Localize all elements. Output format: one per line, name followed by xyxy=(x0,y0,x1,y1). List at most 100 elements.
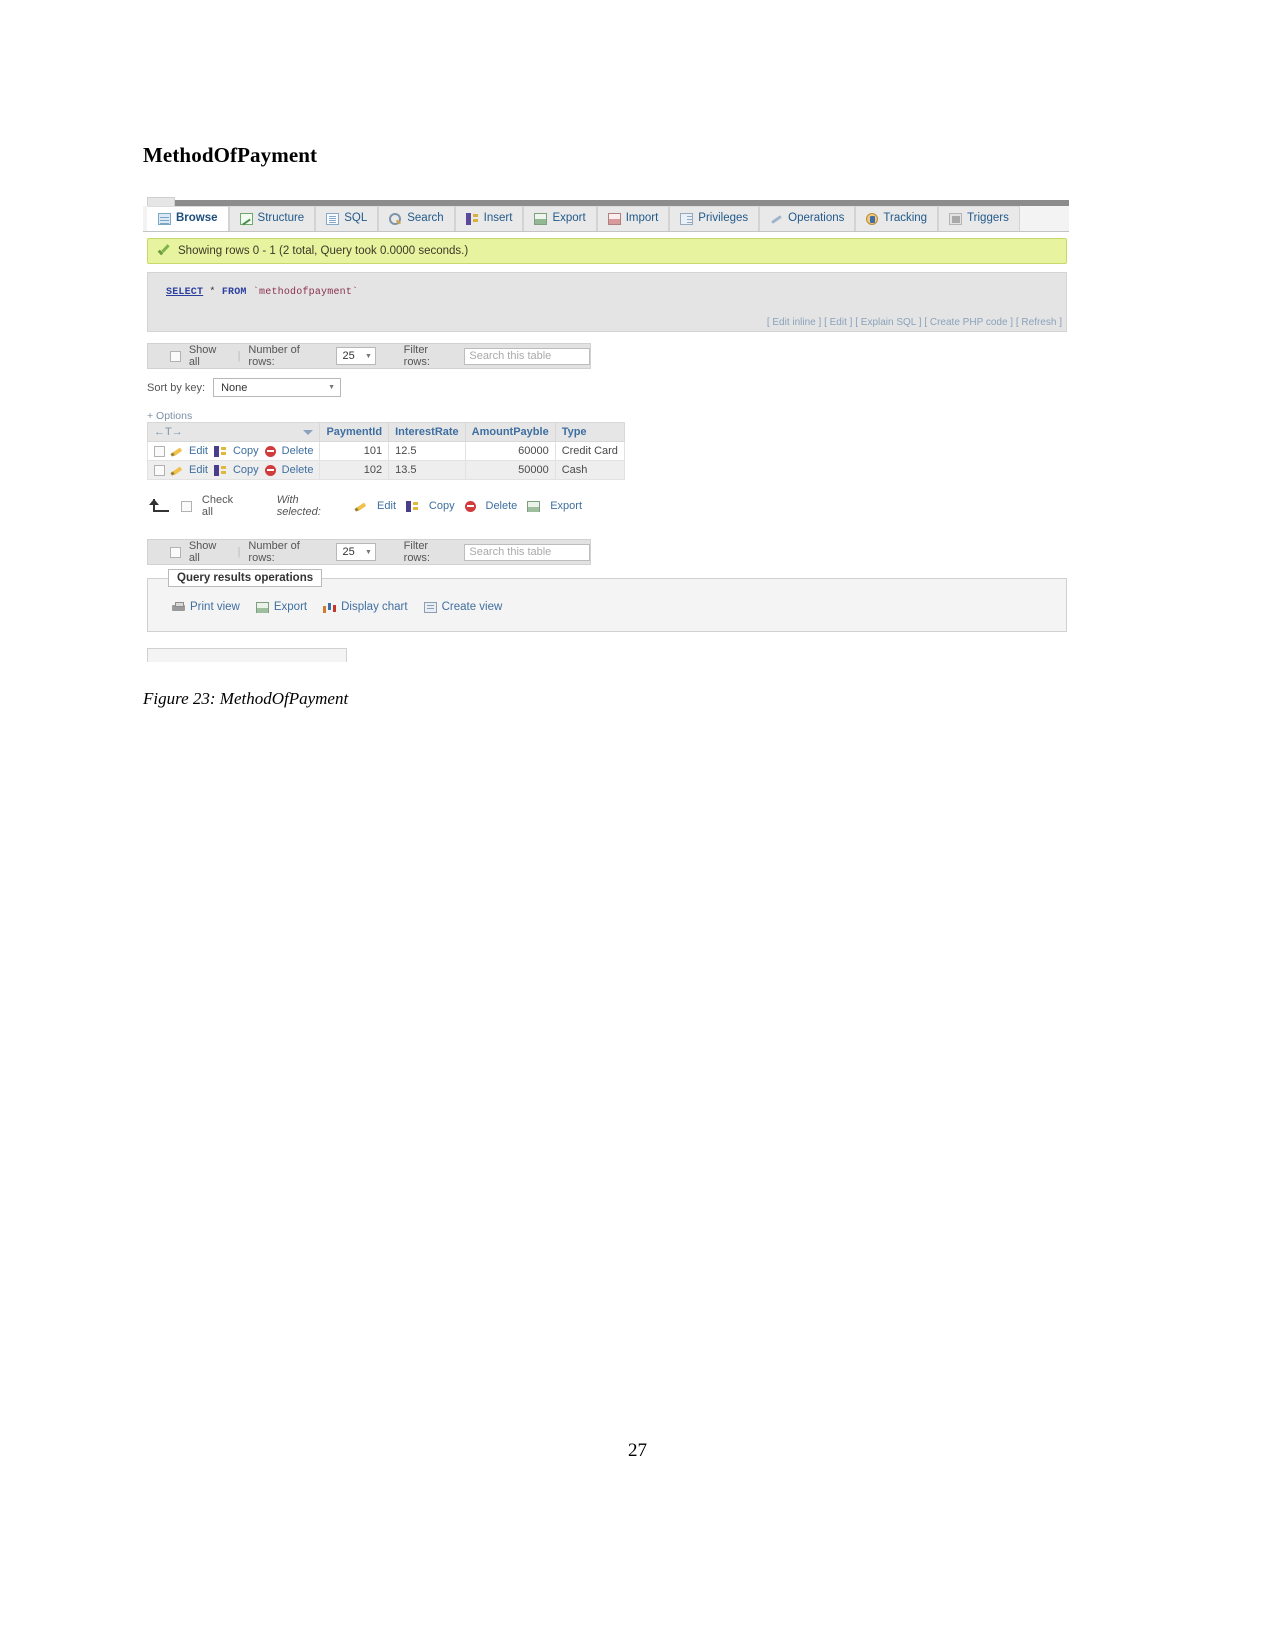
edit-pencil-icon xyxy=(171,465,183,476)
number-of-rows-select-bottom[interactable]: 25 ▼ xyxy=(335,543,376,561)
with-selected-bar: Check all With selected: Edit Copy Delet… xyxy=(147,492,582,520)
table-header-controls: ←T→ xyxy=(146,422,321,442)
row-edit-link[interactable]: Edit xyxy=(189,464,208,476)
tab-triggers[interactable]: Triggers xyxy=(938,206,1020,231)
row-select-checkbox[interactable] xyxy=(154,464,165,476)
create-view-link[interactable]: Create view xyxy=(423,601,503,613)
sort-by-key-row: Sort by key: None ▼ xyxy=(147,378,342,397)
column-header-paymentid[interactable]: PaymentId xyxy=(319,422,390,442)
create-view-label: Create view xyxy=(441,601,503,613)
edit-pencil-icon xyxy=(355,501,367,512)
number-of-rows-label-bottom: Number of rows: xyxy=(248,540,300,564)
sql-table-name: `methodofpayment` xyxy=(252,287,359,298)
export-icon xyxy=(255,601,269,613)
privileges-icon xyxy=(680,213,694,225)
print-view-label: Print view xyxy=(190,601,240,613)
tab-tracking-label: Tracking xyxy=(883,212,928,225)
cell-paymentid: 101 xyxy=(319,441,390,461)
row-delete-link[interactable]: Delete xyxy=(282,445,314,457)
window-top-strip xyxy=(143,196,1069,206)
row-copy-link[interactable]: Copy xyxy=(233,445,259,457)
page-number: 27 xyxy=(628,1440,647,1461)
export-icon xyxy=(534,213,548,225)
print-view-link[interactable]: Print view xyxy=(172,601,240,613)
operations-icon xyxy=(770,213,783,225)
show-all-checkbox-top[interactable] xyxy=(170,350,181,362)
copy-icon xyxy=(213,464,227,476)
cell-type: Credit Card xyxy=(554,441,625,461)
row-select-checkbox[interactable] xyxy=(154,445,165,457)
options-divider-bottom: | xyxy=(237,546,241,558)
tab-triggers-label: Triggers xyxy=(967,212,1009,225)
link-edit-inline[interactable]: [ Edit inline ] xyxy=(767,317,821,328)
sql-icon xyxy=(326,213,340,225)
cell-interestrate: 13.5 xyxy=(388,460,466,480)
with-selected-label: With selected: xyxy=(276,494,321,518)
tracking-icon xyxy=(866,213,879,225)
tab-operations-label: Operations xyxy=(788,212,845,225)
delete-icon xyxy=(264,445,276,457)
export-label: Export xyxy=(273,601,308,613)
tab-operations[interactable]: Operations xyxy=(759,206,856,231)
tab-insert[interactable]: Insert xyxy=(454,206,524,231)
export-link[interactable]: Export xyxy=(255,601,308,613)
row-copy-link[interactable]: Copy xyxy=(233,464,259,476)
number-of-rows-label-top: Number of rows: xyxy=(248,344,300,368)
main-tab-bar: Browse Structure SQL Search Insert Expor… xyxy=(143,206,1069,232)
show-all-checkbox-bottom[interactable] xyxy=(170,546,181,558)
options-toggle-link[interactable]: + Options xyxy=(147,410,192,422)
tab-tracking[interactable]: Tracking xyxy=(855,206,939,231)
filter-rows-input-bottom[interactable]: Search this table xyxy=(464,543,590,561)
display-chart-link[interactable]: Display chart xyxy=(323,601,408,613)
check-all-checkbox[interactable] xyxy=(181,500,192,512)
tab-browse[interactable]: Browse xyxy=(147,206,229,231)
display-chart-label: Display chart xyxy=(341,601,408,613)
bulk-export-link[interactable]: Export xyxy=(550,500,582,512)
column-header-amountpayble[interactable]: AmountPayble xyxy=(464,422,556,442)
search-icon xyxy=(389,213,402,225)
next-panel-stub xyxy=(147,648,347,662)
sort-by-key-value: None xyxy=(221,381,248,394)
tab-export-label: Export xyxy=(552,212,586,225)
tab-privileges-label: Privileges xyxy=(698,212,749,225)
query-success-message: Showing rows 0 - 1 (2 total, Query took … xyxy=(178,245,469,257)
row-delete-link[interactable]: Delete xyxy=(282,464,314,476)
filter-rows-input-top[interactable]: Search this table xyxy=(464,347,590,365)
chevron-down-icon[interactable] xyxy=(303,429,314,435)
column-header-type[interactable]: Type xyxy=(554,422,625,442)
success-check-icon xyxy=(158,246,171,257)
show-all-label-top: Show all xyxy=(188,344,217,368)
select-all-arrow-icon xyxy=(147,499,171,513)
chevron-down-icon: ▼ xyxy=(328,384,336,391)
column-header-interestrate[interactable]: InterestRate xyxy=(388,422,466,442)
row-edit-link[interactable]: Edit xyxy=(189,445,208,457)
figure-caption: Figure 23: MethodOfPayment xyxy=(143,689,349,708)
link-refresh[interactable]: [ Refresh ] xyxy=(1016,317,1062,328)
number-of-rows-select-top[interactable]: 25 ▼ xyxy=(335,347,376,365)
row-actions-cell: Edit Copy Delete xyxy=(146,441,321,461)
link-edit[interactable]: [ Edit ] xyxy=(824,317,852,328)
sort-by-key-label: Sort by key: xyxy=(147,381,206,394)
bulk-delete-link[interactable]: Delete xyxy=(486,500,518,512)
phpmyadmin-screenshot: Browse Structure SQL Search Insert Expor… xyxy=(143,196,1069,662)
tab-privileges[interactable]: Privileges xyxy=(669,206,760,231)
tab-insert-label: Insert xyxy=(483,212,513,225)
tab-structure[interactable]: Structure xyxy=(228,206,316,231)
bulk-copy-link[interactable]: Copy xyxy=(429,500,455,512)
chevron-down-icon: ▼ xyxy=(364,548,372,556)
tab-sql[interactable]: SQL xyxy=(315,206,379,231)
tab-export[interactable]: Export xyxy=(523,206,597,231)
query-results-operations-links: Print view Export Display chart Create v… xyxy=(172,601,502,613)
bulk-edit-link[interactable]: Edit xyxy=(377,500,396,512)
top-left-tab-stub xyxy=(147,197,175,206)
link-create-php-code[interactable]: [ Create PHP code ] xyxy=(924,317,1013,328)
browse-icon xyxy=(158,213,171,225)
tab-search[interactable]: Search xyxy=(378,206,455,231)
filter-rows-label-bottom: Filter rows: xyxy=(403,540,430,564)
check-all-label: Check all xyxy=(201,494,234,518)
sort-by-key-select[interactable]: None ▼ xyxy=(213,378,342,397)
printer-icon xyxy=(172,601,185,613)
cell-interestrate: 12.5 xyxy=(388,441,466,461)
tab-import[interactable]: Import xyxy=(596,206,670,231)
link-explain-sql[interactable]: [ Explain SQL ] xyxy=(855,317,921,328)
